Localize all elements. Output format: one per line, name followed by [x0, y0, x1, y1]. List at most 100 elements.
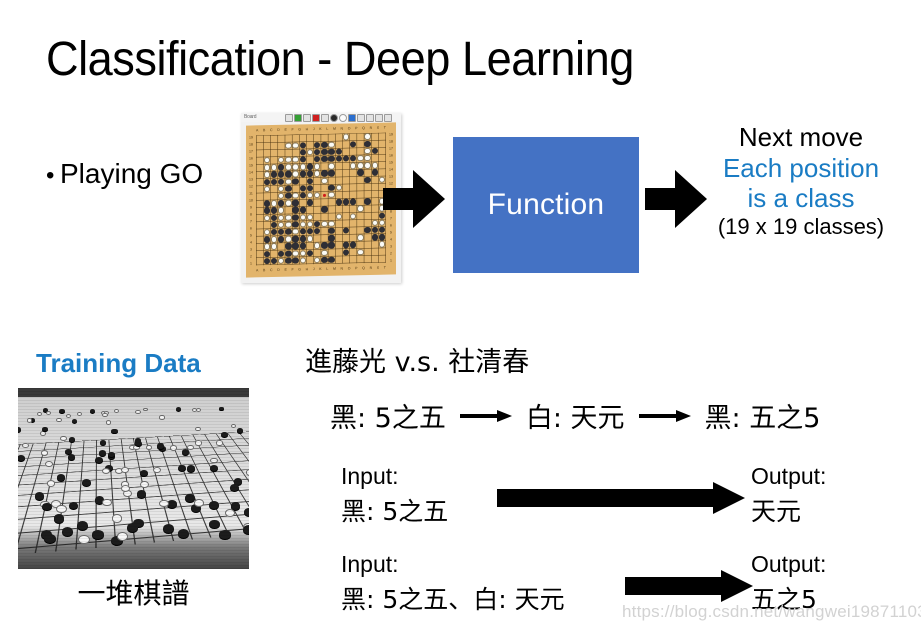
go-stone	[314, 163, 321, 170]
photo-stone	[60, 435, 67, 441]
output-caption-block: Next move Each position is a class (19 x…	[685, 122, 917, 240]
go-stone	[328, 242, 335, 249]
function-box: Function	[453, 137, 639, 273]
photo-stone	[159, 415, 165, 420]
go-stone	[328, 234, 335, 242]
training-data-label: Training Data	[36, 348, 201, 378]
toolbar-btn-nav-last	[384, 114, 392, 122]
go-stone	[342, 198, 350, 206]
photo-stone	[102, 412, 108, 417]
go-stone	[306, 163, 314, 170]
arrow-example-1	[497, 482, 745, 514]
move-2: 白: 天元	[525, 403, 625, 434]
go-stone	[292, 214, 299, 221]
go-stone	[299, 249, 306, 257]
go-stone	[364, 176, 371, 184]
go-stone	[285, 163, 292, 171]
go-stone	[321, 249, 328, 256]
go-stone	[371, 169, 378, 176]
go-board-grid: ABCDEFGHJKLMNOPQRST ABCDEFGHJKLMNOPQRST …	[246, 122, 396, 278]
arrow-input-to-function	[383, 170, 445, 228]
example-1-input-value: 黑: 5之五	[341, 497, 449, 526]
go-stone	[364, 162, 371, 169]
go-stone	[285, 221, 292, 228]
go-stone	[292, 142, 299, 149]
photo-stone	[242, 525, 249, 534]
photo-stone	[120, 484, 130, 492]
go-stone	[364, 147, 371, 155]
training-data-photo	[18, 388, 249, 569]
board-row-labels-left: 19 18 17 16 15 14 13 12 11 10 9 8 7 6 5 4 3 2 1	[249, 135, 253, 266]
example-1-output-label: Output:	[751, 463, 827, 489]
go-stone	[278, 199, 285, 207]
photo-stone	[18, 455, 25, 462]
output-line-each-position: Each position	[722, 152, 880, 183]
toolbar-btn-red	[312, 114, 320, 122]
photo-stone	[156, 443, 164, 449]
go-stone	[321, 170, 328, 177]
go-stone	[285, 185, 292, 192]
photo-stone	[245, 469, 249, 476]
toolbar-btn-label	[348, 114, 356, 122]
bullet-playing-go: • Playing GO	[46, 158, 203, 190]
go-stone	[321, 256, 328, 264]
go-stone	[263, 200, 270, 207]
go-stone	[285, 214, 292, 221]
photo-stone	[229, 483, 239, 491]
go-stone	[328, 162, 335, 170]
go-stone	[371, 233, 378, 241]
go-stone	[278, 235, 285, 243]
toolbar-btn-nav-next	[375, 114, 383, 122]
go-stone	[342, 241, 350, 249]
go-stone	[299, 163, 306, 171]
photo-stone	[218, 406, 224, 411]
photo-stone	[219, 529, 231, 539]
go-stone	[328, 256, 335, 264]
go-stone	[285, 199, 292, 207]
go-stone	[263, 207, 270, 214]
go-client-toolbar	[285, 114, 397, 122]
go-stone	[321, 242, 328, 249]
toolbar-btn-green	[294, 114, 302, 122]
example-1-input: Input: 黑: 5之五	[341, 463, 448, 528]
photo-stone	[186, 465, 195, 472]
go-stone	[292, 257, 299, 264]
go-stone	[350, 198, 357, 205]
go-stone	[270, 171, 278, 178]
go-stone	[285, 228, 292, 236]
go-stone	[321, 155, 328, 163]
watermark: https://blog.csdn.net/wangwei19871103	[622, 602, 921, 621]
go-stone	[306, 235, 314, 242]
go-stone	[292, 250, 299, 257]
photo-stone	[209, 465, 218, 472]
output-line-is-a-class: is a class	[747, 183, 855, 214]
toolbar-btn-blank	[321, 114, 329, 122]
toolbar-btn-nav-first	[357, 114, 365, 122]
output-line-class-count: (19 x 19 classes)	[717, 214, 885, 240]
photo-stone	[194, 426, 201, 432]
photo-stone	[41, 502, 52, 511]
match-title: 進藤光 v.s. 社清春	[305, 347, 530, 378]
go-stone	[321, 220, 328, 228]
go-stone	[292, 235, 299, 243]
page-title: Classification - Deep Learning	[46, 33, 634, 86]
last-move-marker-icon	[322, 193, 326, 197]
go-stone	[328, 184, 335, 192]
sequence-arrow-1-icon	[459, 409, 512, 422]
go-stone	[263, 214, 270, 222]
photo-stone	[208, 501, 219, 510]
go-stone	[292, 199, 299, 207]
go-stone	[285, 243, 292, 250]
photo-stone	[59, 408, 65, 413]
go-stone	[299, 213, 306, 221]
photo-stone	[135, 409, 141, 414]
go-stone	[263, 236, 270, 243]
go-stone	[292, 221, 299, 228]
arrow-example-2	[625, 570, 753, 602]
go-stone	[263, 178, 270, 186]
photo-stone	[134, 440, 142, 447]
go-stone	[321, 206, 328, 213]
go-stone	[378, 241, 386, 248]
photo-stone	[139, 480, 149, 488]
go-board-screenshot: Board ABCDEFGHJKLMNOPQRST ABCDEFGHJKLMNO…	[241, 113, 401, 283]
